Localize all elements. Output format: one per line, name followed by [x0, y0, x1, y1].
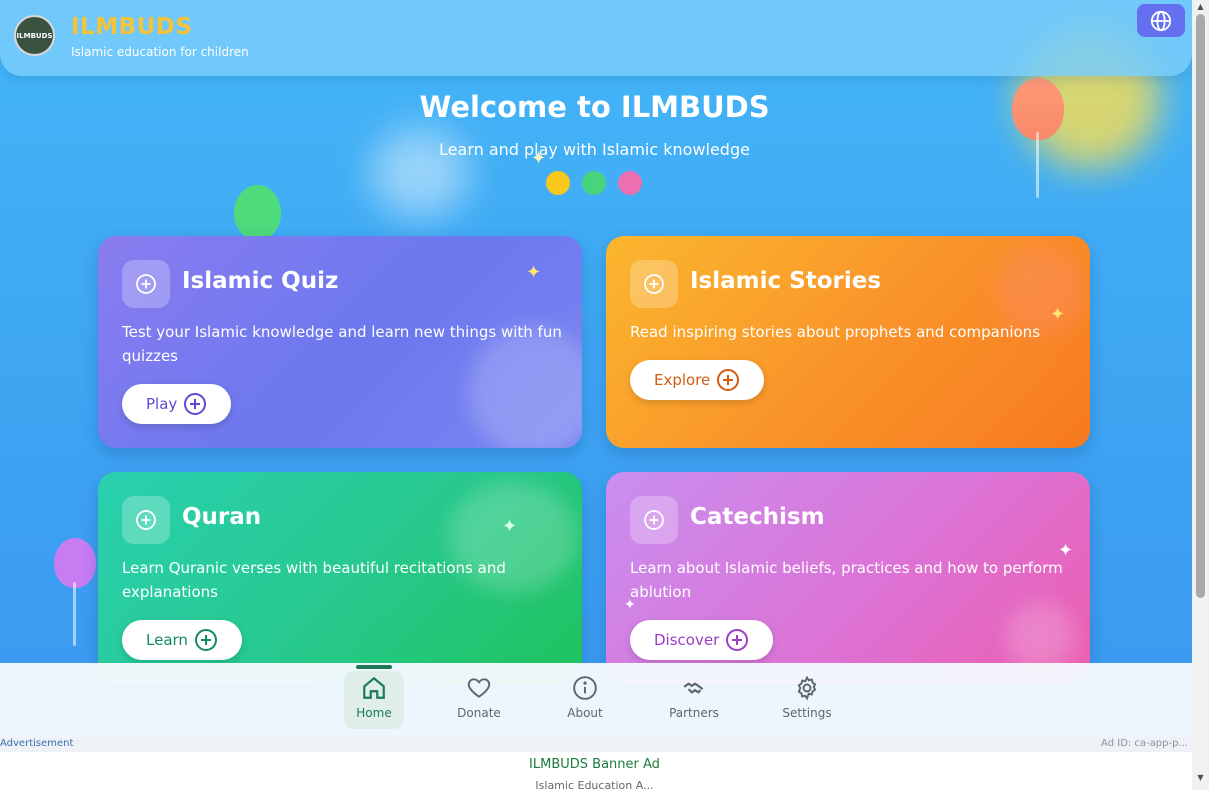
nav-settings[interactable]: Settings	[777, 671, 837, 729]
nav-label: Donate	[457, 706, 501, 720]
page-title: Welcome to ILMBUDS	[419, 90, 770, 124]
card-title: Catechism	[690, 504, 825, 530]
scroll-up-arrow[interactable]: ▲	[1196, 2, 1205, 11]
nav-label: Home	[356, 706, 392, 720]
ad-banner[interactable]: Advertisement Ad ID: ca-app-p... ILMBUDS…	[0, 737, 1192, 790]
button-label: Learn	[146, 631, 188, 649]
plus-circle-icon	[184, 393, 207, 415]
balloon-string	[73, 582, 76, 646]
sparkle-icon: ✦	[531, 148, 547, 169]
plus-circle-icon	[726, 629, 749, 651]
card-title: Islamic Quiz	[182, 268, 339, 294]
heart-icon	[467, 678, 491, 698]
scroll-down-arrow[interactable]: ▼	[1196, 773, 1205, 782]
scrollbar-thumb[interactable]	[1196, 14, 1205, 598]
balloon-decoration	[54, 538, 96, 588]
plus-circle-icon	[194, 629, 217, 651]
yellow-dot	[546, 171, 570, 195]
card-quran[interactable]: Quran Learn Quranic verses with beautifu…	[98, 472, 582, 684]
ad-label: Advertisement	[0, 738, 74, 749]
decorative-dots	[546, 171, 642, 195]
card-islamic-stories[interactable]: Islamic Stories Read inspiring stories a…	[606, 236, 1090, 448]
plus-circle-icon	[630, 260, 678, 308]
brand-tagline: Islamic education for children	[71, 45, 249, 59]
button-label: Play	[146, 395, 178, 413]
ad-header-strip: Advertisement Ad ID: ca-app-p...	[0, 737, 1192, 752]
nav-home[interactable]: Home	[344, 671, 404, 729]
learn-button[interactable]: Learn	[122, 620, 242, 660]
brand-name: ILMBUDS	[71, 14, 193, 40]
nav-label: Partners	[669, 706, 719, 720]
plus-circle-icon	[630, 496, 678, 544]
plus-circle-icon	[717, 369, 740, 391]
card-title: Islamic Stories	[690, 268, 882, 294]
play-button[interactable]: Play	[122, 384, 232, 424]
card-description: Test your Islamic knowledge and learn ne…	[122, 323, 562, 365]
gear-icon	[797, 675, 817, 701]
bottom-navigation: Home Donate About Partners Settings	[0, 663, 1192, 737]
card-islamic-quiz[interactable]: Islamic Quiz Test your Islamic knowledge…	[98, 236, 582, 448]
vertical-scrollbar[interactable]: ▲ ▼	[1192, 0, 1209, 790]
nav-donate[interactable]: Donate	[449, 671, 509, 729]
sparkle-icon: ✦	[526, 262, 542, 283]
explore-button[interactable]: Explore	[630, 360, 765, 400]
balloon-decoration	[234, 185, 281, 240]
home-icon	[363, 676, 385, 699]
card-title: Quran	[182, 504, 262, 530]
app-header: ILMBUDS ILMBUDS Islamic education for ch…	[0, 0, 1192, 76]
card-catechism[interactable]: Catechism Learn about Islamic beliefs, p…	[606, 472, 1090, 684]
card-glow	[1006, 602, 1076, 672]
green-dot	[582, 171, 606, 195]
plus-circle-icon	[122, 260, 170, 308]
ad-id: Ad ID: ca-app-p...	[1101, 738, 1188, 749]
sparkle-icon: ✦	[624, 597, 636, 613]
app-logo[interactable]: ILMBUDS	[14, 15, 55, 56]
discover-button[interactable]: Discover	[630, 620, 774, 660]
sparkle-icon: ✦	[1058, 540, 1074, 561]
language-button[interactable]	[1137, 4, 1185, 37]
card-description: Learn about Islamic beliefs, practices a…	[630, 559, 1063, 601]
plus-circle-icon	[122, 496, 170, 544]
sparkle-icon: ✦	[1050, 304, 1066, 325]
page-subtitle: Learn and play with Islamic knowledge	[439, 140, 750, 159]
ad-title: ILMBUDS Banner Ad	[529, 757, 660, 772]
card-description: Learn Quranic verses with beautiful reci…	[122, 559, 506, 601]
button-label: Explore	[654, 371, 711, 389]
nav-about[interactable]: About	[555, 671, 615, 729]
pink-dot	[618, 171, 642, 195]
nav-label: About	[567, 706, 603, 720]
info-icon	[573, 676, 597, 700]
nav-label: Settings	[782, 706, 832, 720]
handshake-icon	[683, 682, 704, 694]
sparkle-icon: ✦	[502, 516, 518, 537]
nav-partners[interactable]: Partners	[663, 671, 725, 729]
active-tab-indicator	[356, 665, 392, 669]
card-description: Read inspiring stories about prophets an…	[630, 323, 1041, 341]
button-label: Discover	[654, 631, 720, 649]
ad-subtitle: Islamic Education A...	[535, 779, 654, 790]
globe-icon	[1150, 10, 1172, 31]
